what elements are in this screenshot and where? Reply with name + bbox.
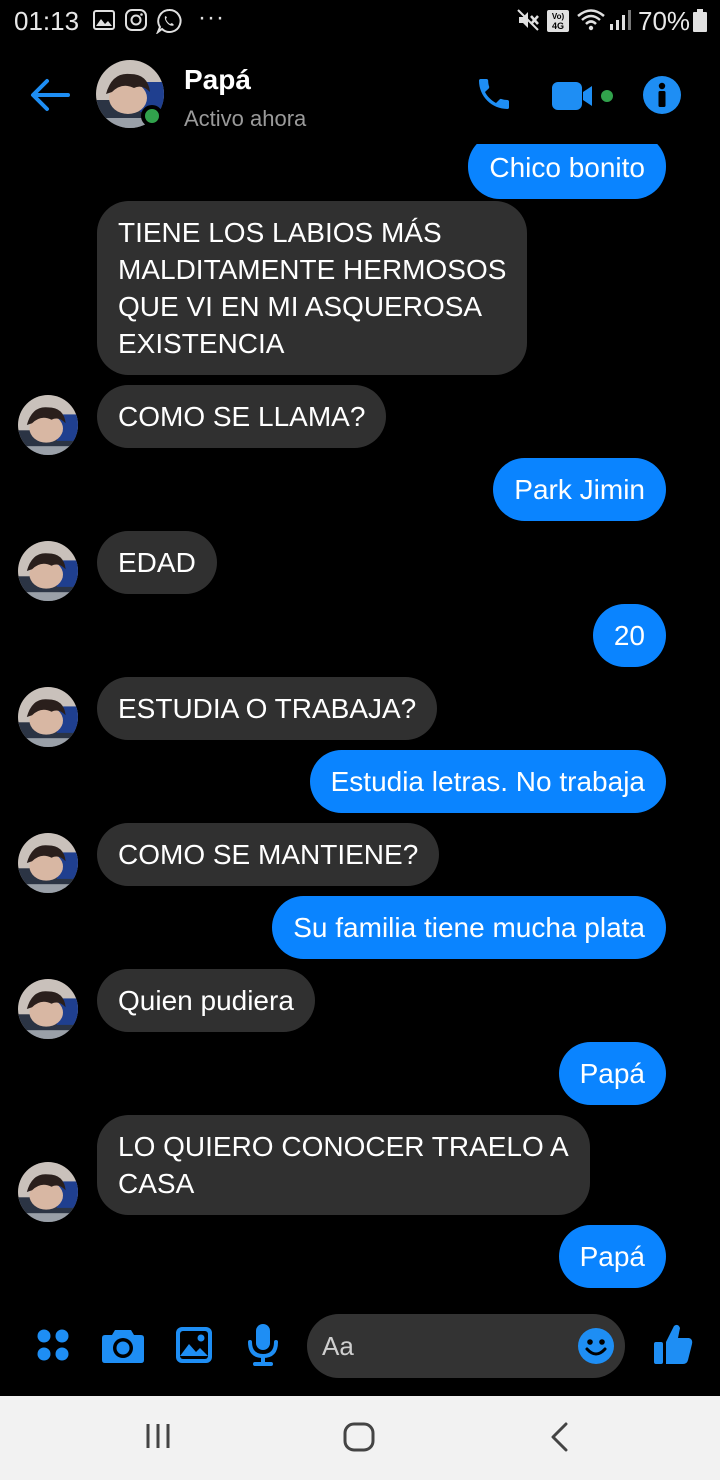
status-time: 01:13 bbox=[14, 6, 80, 36]
message-incoming[interactable]: LO QUIERO CONOCER TRAELO A CASA bbox=[97, 1115, 590, 1215]
message-input-placeholder: Aa bbox=[322, 1331, 354, 1361]
message-outgoing[interactable]: Papá bbox=[558, 1225, 666, 1288]
message-list[interactable]: Chico bonito TIENE LOS LABIOS MÁS MALDIT… bbox=[0, 144, 720, 1304]
sender-avatar bbox=[18, 395, 78, 455]
system-navigation-bar bbox=[0, 1396, 720, 1480]
back-icon[interactable] bbox=[548, 1422, 572, 1457]
battery-percentage: 70% bbox=[638, 6, 691, 36]
thumbs-up-icon[interactable] bbox=[652, 1322, 694, 1371]
sender-avatar bbox=[18, 541, 78, 601]
info-icon[interactable] bbox=[642, 75, 682, 120]
conversation-header: Papá Activo ahora bbox=[0, 44, 720, 144]
gallery-icon bbox=[92, 8, 116, 37]
video-call-icon[interactable] bbox=[550, 80, 616, 117]
message-outgoing[interactable]: Su familia tiene mucha plata bbox=[272, 896, 666, 959]
svg-text:Vo): Vo) bbox=[552, 12, 565, 21]
more-notifications-icon: ··· bbox=[198, 4, 225, 31]
instagram-icon bbox=[124, 8, 148, 37]
mute-icon bbox=[516, 8, 540, 37]
message-incoming[interactable]: COMO SE MANTIENE? bbox=[97, 823, 440, 886]
camera-icon[interactable] bbox=[101, 1326, 145, 1369]
message-incoming[interactable]: EDAD bbox=[97, 531, 217, 594]
recent-apps-icon[interactable] bbox=[144, 1422, 172, 1455]
microphone-icon[interactable] bbox=[246, 1322, 280, 1371]
contact-name[interactable]: Papá bbox=[184, 64, 251, 96]
image-icon[interactable] bbox=[175, 1326, 213, 1369]
message-outgoing[interactable]: Chico bonito bbox=[468, 144, 666, 199]
svg-text:4G: 4G bbox=[552, 21, 564, 31]
sender-avatar bbox=[18, 1162, 78, 1222]
message-composer: Aa bbox=[0, 1304, 720, 1396]
volte-4g-icon: Vo) 4G bbox=[546, 9, 570, 38]
message-outgoing[interactable]: Estudia letras. No trabaja bbox=[309, 750, 666, 813]
message-outgoing[interactable]: 20 bbox=[592, 604, 666, 667]
message-input[interactable]: Aa bbox=[307, 1314, 625, 1378]
message-outgoing[interactable]: Papá bbox=[558, 1042, 666, 1105]
whatsapp-icon bbox=[155, 8, 182, 39]
sender-avatar bbox=[18, 979, 78, 1039]
sender-avatar bbox=[18, 687, 78, 747]
contact-status: Activo ahora bbox=[184, 106, 307, 131]
home-icon[interactable] bbox=[343, 1422, 375, 1457]
battery-icon bbox=[692, 9, 708, 38]
message-incoming[interactable]: TIENE LOS LABIOS MÁS MALDITAMENTE HERMOS… bbox=[97, 201, 528, 375]
message-outgoing[interactable]: Park Jimin bbox=[493, 458, 666, 521]
sender-avatar bbox=[18, 833, 78, 893]
phone-icon[interactable] bbox=[474, 74, 514, 119]
message-incoming[interactable]: COMO SE LLAMA? bbox=[97, 385, 387, 448]
status-bar: 01:13 ··· Vo) 4G 70% bbox=[0, 0, 720, 44]
message-incoming[interactable]: Quien pudiera bbox=[97, 969, 315, 1032]
apps-icon[interactable] bbox=[36, 1328, 70, 1367]
online-status-dot bbox=[141, 105, 163, 127]
emoji-icon[interactable] bbox=[577, 1327, 615, 1370]
back-arrow-icon[interactable] bbox=[28, 78, 72, 112]
wifi-icon bbox=[576, 8, 606, 37]
signal-icon bbox=[608, 8, 632, 37]
message-incoming[interactable]: ESTUDIA O TRABAJA? bbox=[97, 677, 438, 740]
